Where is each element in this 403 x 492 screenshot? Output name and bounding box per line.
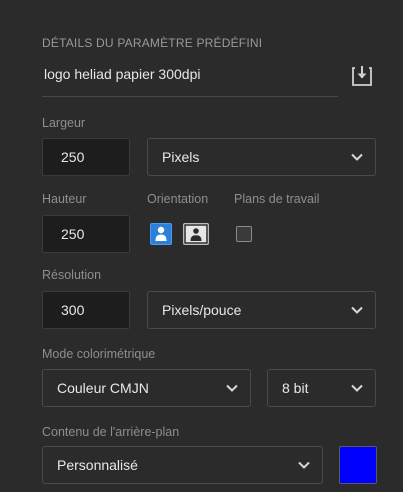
chevron-down-icon (351, 153, 363, 161)
resolution-input[interactable]: 300 (42, 291, 130, 329)
chevron-down-icon (351, 384, 363, 392)
width-unit-value: Pixels (162, 149, 200, 165)
width-unit-select[interactable]: Pixels (147, 138, 376, 176)
section-title: DÉTAILS DU PARAMÈTRE PRÉDÉFINI (42, 36, 263, 50)
color-mode-select[interactable]: Couleur CMJN (42, 369, 251, 407)
orientation-label: Orientation (147, 192, 209, 206)
background-contents-select[interactable]: Personnalisé (42, 446, 323, 484)
color-mode-value: Couleur CMJN (57, 380, 149, 396)
height-value: 250 (61, 226, 85, 242)
preset-name-input[interactable]: logo heliad papier 300dpi (44, 66, 200, 82)
width-label: Largeur (42, 116, 86, 130)
resolution-label: Résolution (42, 268, 102, 282)
landscape-icon (184, 224, 208, 244)
artboards-checkbox[interactable] (236, 226, 252, 242)
height-input[interactable]: 250 (42, 215, 130, 253)
portrait-orientation-button[interactable] (150, 223, 172, 245)
resolution-value: 300 (61, 302, 85, 318)
height-label: Hauteur (42, 192, 87, 206)
background-color-swatch[interactable] (339, 446, 377, 484)
chevron-down-icon (226, 384, 238, 392)
artboards-label: Plans de travail (234, 192, 320, 206)
preset-name-underline (42, 96, 338, 97)
bit-depth-select[interactable]: 8 bit (267, 369, 376, 407)
width-value: 250 (61, 149, 85, 165)
width-input[interactable]: 250 (42, 138, 130, 176)
portrait-icon (155, 226, 167, 241)
resolution-unit-value: Pixels/pouce (162, 302, 242, 318)
background-contents-value: Personnalisé (57, 457, 138, 473)
save-preset-icon[interactable] (350, 64, 374, 88)
bit-depth-value: 8 bit (282, 380, 309, 396)
color-mode-label: Mode colorimétrique (42, 347, 156, 361)
preset-details-panel: DÉTAILS DU PARAMÈTRE PRÉDÉFINI logo heli… (0, 0, 403, 492)
landscape-orientation-button[interactable] (183, 223, 209, 245)
chevron-down-icon (351, 306, 363, 314)
background-contents-label: Contenu de l'arrière-plan (42, 425, 180, 439)
chevron-down-icon (298, 461, 310, 469)
resolution-unit-select[interactable]: Pixels/pouce (147, 291, 376, 329)
